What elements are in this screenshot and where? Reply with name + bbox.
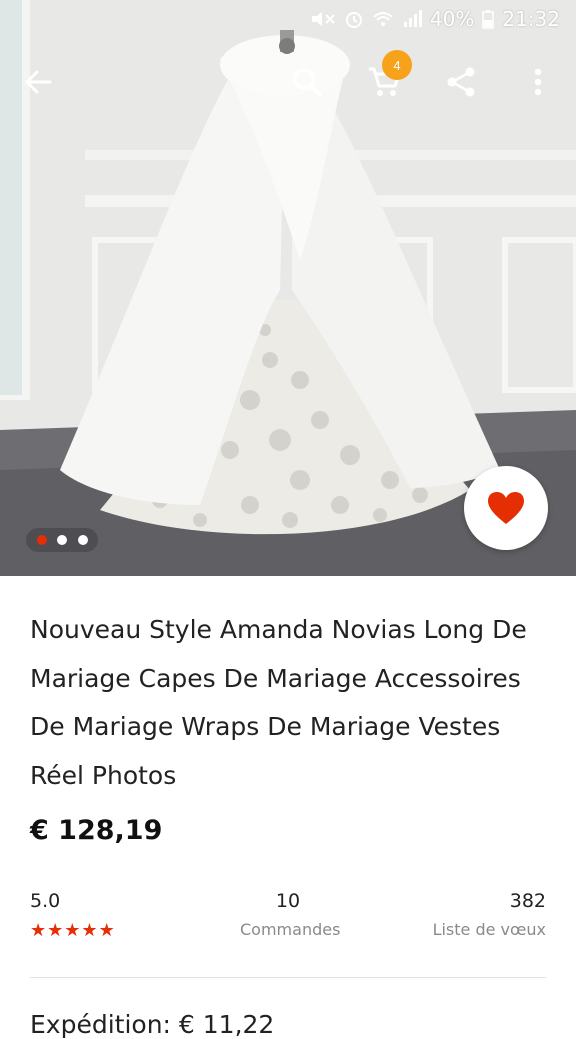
orders-label: Commandes	[240, 920, 341, 939]
star-icon: ★	[81, 920, 98, 941]
share-button[interactable]	[437, 58, 485, 106]
signal-icon	[402, 9, 422, 29]
battery-icon	[482, 9, 495, 29]
rating-stars: ★ ★ ★ ★ ★	[30, 922, 115, 940]
share-icon	[447, 67, 475, 97]
carousel-dot-3[interactable]	[77, 535, 88, 545]
divider	[30, 977, 546, 978]
alarm-icon	[344, 9, 364, 29]
back-arrow-icon	[25, 70, 52, 94]
rating-block[interactable]: 5.0 ★ ★ ★ ★ ★	[30, 890, 115, 940]
status-bar: 40% 21:32	[0, 0, 576, 38]
star-icon: ★	[47, 920, 64, 941]
wishlist-button[interactable]	[464, 466, 548, 550]
more-vert-icon	[534, 68, 542, 96]
orders-block[interactable]: 10 Commandes	[240, 890, 341, 939]
rating-value: 5.0	[30, 890, 61, 912]
star-icon: ★	[98, 920, 115, 941]
search-icon	[293, 68, 322, 97]
product-title: Nouveau Style Amanda Novias Long De Mari…	[30, 615, 527, 790]
more-options-button[interactable]	[514, 58, 562, 106]
search-button[interactable]	[283, 58, 331, 106]
star-icon: ★	[64, 920, 81, 941]
clock: 21:32	[502, 7, 560, 31]
back-button[interactable]	[14, 58, 62, 106]
wishlist-label: Liste de vœux	[432, 920, 546, 939]
wifi-icon	[372, 9, 394, 29]
cart-count-badge: 4	[382, 50, 412, 80]
heart-icon	[488, 492, 524, 524]
carousel-dot-2[interactable]	[57, 535, 67, 545]
battery-percent: 40%	[429, 7, 475, 31]
carousel-indicator	[26, 528, 98, 552]
carousel-dot-1[interactable]	[36, 535, 47, 545]
star-icon: ★	[30, 920, 47, 941]
shipping-cost[interactable]: Expédition: € 11,22	[30, 1010, 274, 1039]
wishlist-count: 382	[509, 890, 546, 912]
cart-button[interactable]: 4	[360, 50, 412, 106]
orders-count: 10	[275, 890, 301, 912]
wishlist-block[interactable]: 382 Liste de vœux	[433, 890, 546, 939]
mute-icon	[310, 9, 336, 29]
product-price: € 128,19	[30, 815, 163, 846]
